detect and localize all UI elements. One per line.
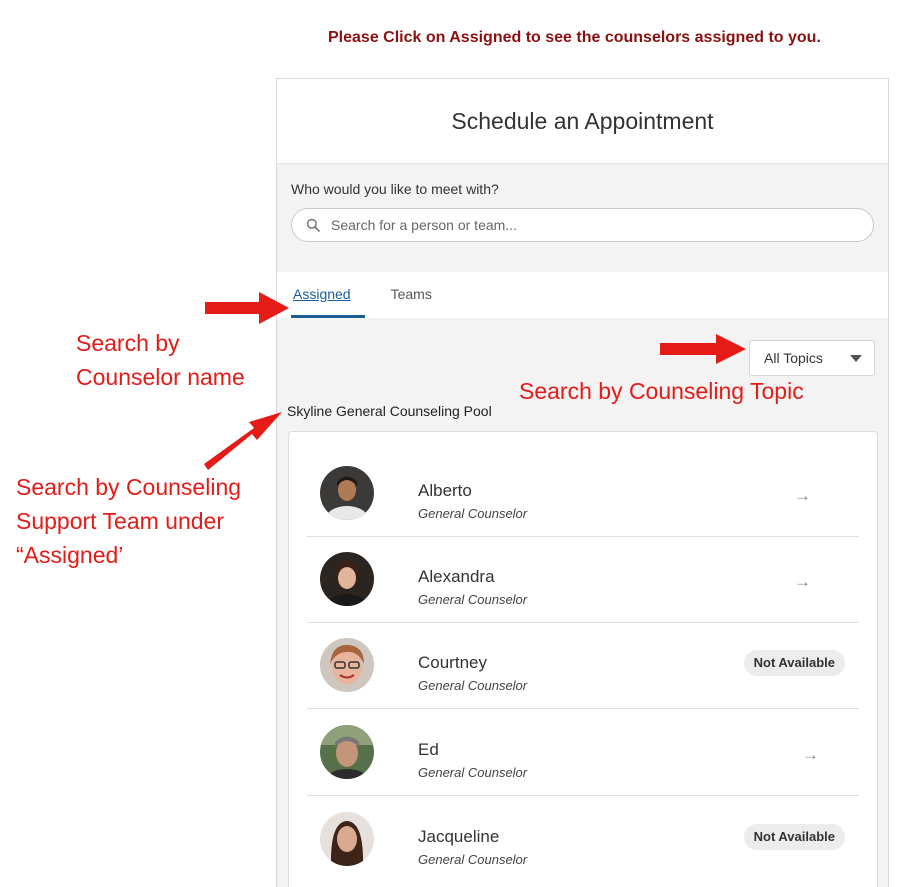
counselor-role: General Counselor — [418, 678, 528, 693]
avatar — [320, 638, 374, 692]
tab-teams[interactable]: Teams — [389, 272, 434, 318]
counselor-row-courtney[interactable]: Courtney General Counselor Not Available — [307, 622, 859, 709]
annotation-arrow-diagonal-icon — [204, 412, 282, 470]
counselor-name: Ed — [418, 740, 439, 759]
annotation-counselor-name-line1: Search by — [76, 330, 180, 356]
annotation-team-line3: “Assigned’ — [16, 542, 124, 568]
search-icon — [306, 218, 320, 232]
avatar — [320, 552, 374, 606]
avatar — [320, 725, 374, 779]
counselor-name: Alexandra — [418, 567, 495, 586]
status-badge: Not Available — [743, 650, 845, 676]
counselor-name: Courtney — [418, 653, 487, 672]
counselor-role: General Counselor — [418, 506, 528, 521]
annotation-arrow-right-icon — [205, 292, 289, 324]
arrow-right-icon[interactable]: → — [802, 745, 819, 765]
arrow-right-icon[interactable]: → — [794, 486, 811, 506]
search-label: Who would you like to meet with? — [291, 181, 499, 197]
annotation-counselor-name-line2: Counselor name — [76, 364, 245, 390]
counselor-role: General Counselor — [418, 852, 528, 867]
counselor-role: General Counselor — [418, 765, 528, 780]
appointment-panel: Schedule an Appointment Who would you li… — [276, 78, 889, 887]
counselor-name: Jacqueline — [418, 827, 500, 846]
avatar — [320, 812, 374, 866]
annotation-team-line2: Support Team under — [16, 508, 224, 534]
counselor-row-alexandra[interactable]: Alexandra General Counselor → — [307, 536, 859, 623]
pool-title: Skyline General Counseling Pool — [287, 403, 492, 419]
tab-bar: Assigned Teams — [277, 272, 888, 319]
annotation-team-line1: Search by Counseling — [16, 474, 242, 500]
counselor-role: General Counselor — [418, 592, 528, 607]
status-badge: Not Available — [743, 824, 845, 850]
instruction-banner: Please Click on Assigned to see the coun… — [328, 29, 821, 46]
annotation-topic: Search by Counseling Topic — [519, 378, 804, 404]
search-field[interactable] — [291, 208, 874, 242]
counselor-row-jacqueline[interactable]: Jacqueline General Counselor Not Availab… — [307, 796, 859, 882]
counselor-name: Alberto — [418, 481, 472, 500]
avatar — [320, 466, 374, 520]
panel-title: Schedule an Appointment — [277, 79, 888, 164]
topic-filter-value: All Topics — [764, 350, 823, 366]
arrow-right-icon[interactable]: → — [794, 572, 811, 592]
counselor-list: Alberto General Counselor → Alexandra Ge… — [288, 431, 878, 887]
search-section: Who would you like to meet with? — [277, 164, 888, 272]
annotation-arrow-right-icon — [660, 334, 746, 364]
topic-filter-select[interactable]: All Topics — [749, 340, 875, 376]
tab-assigned[interactable]: Assigned — [291, 272, 365, 318]
search-input[interactable] — [329, 216, 873, 234]
counselor-row-alberto[interactable]: Alberto General Counselor → — [307, 450, 859, 537]
counselor-row-ed[interactable]: Ed General Counselor → — [307, 709, 859, 796]
chevron-down-icon — [850, 355, 862, 362]
